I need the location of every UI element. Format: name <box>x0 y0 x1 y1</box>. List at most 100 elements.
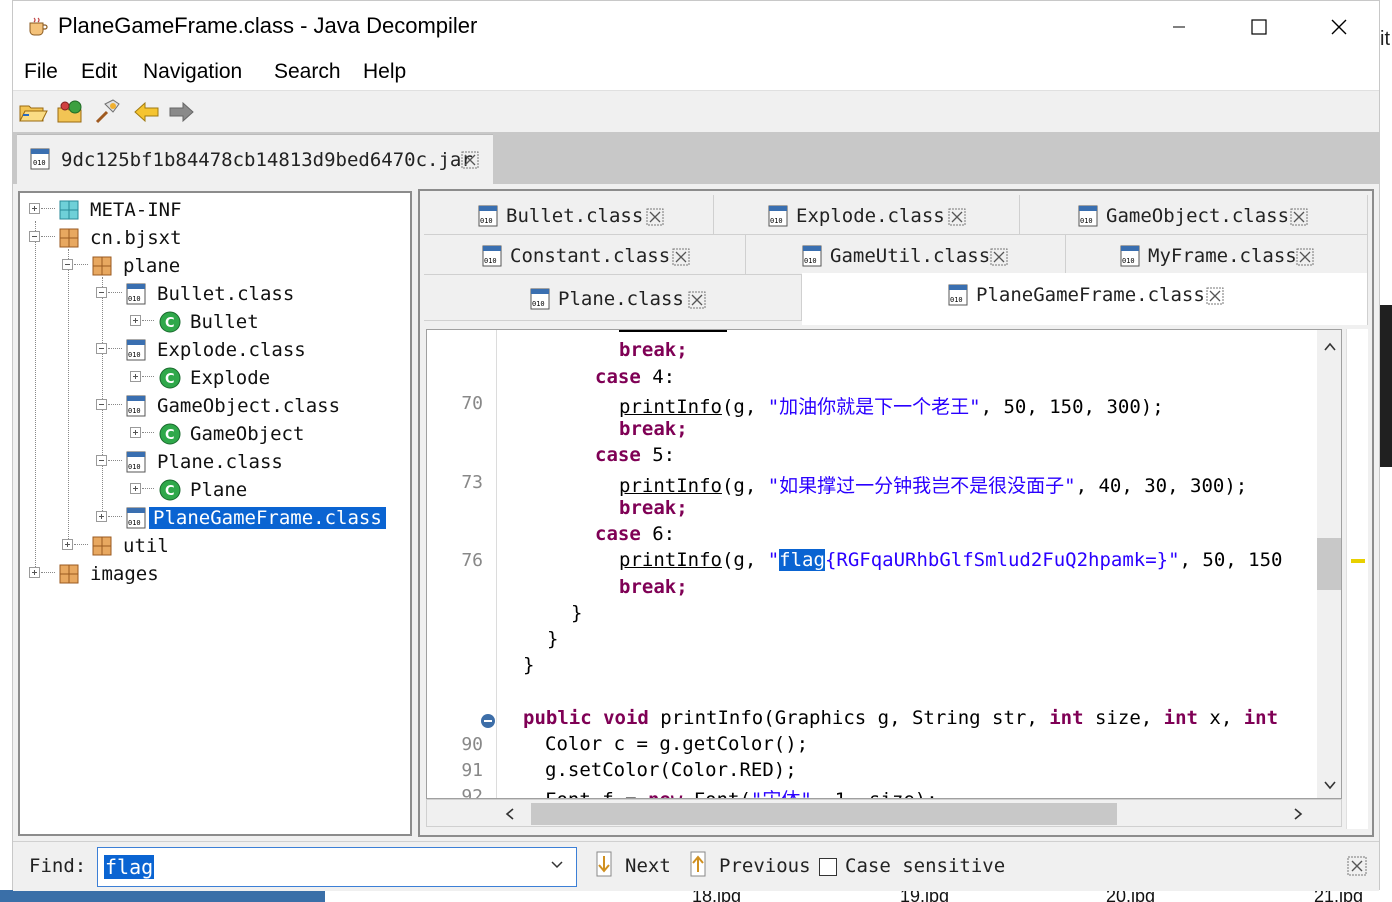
tab-explode-class[interactable]: 010 Explode.class <box>714 195 1020 235</box>
collapse-method-icon[interactable] <box>481 714 495 728</box>
expand-toggle[interactable] <box>96 511 107 522</box>
tab-myframe-class[interactable]: 010 MyFrame.class <box>1066 235 1368 275</box>
tree-item-label: Plane <box>190 479 248 501</box>
scroll-right-icon[interactable] <box>1293 808 1303 820</box>
tab-gameobject-class[interactable]: 010 GameObject.class <box>1020 195 1368 235</box>
tab-gameutil-class[interactable]: 010 GameUtil.class <box>746 235 1066 275</box>
search-button[interactable] <box>91 98 123 126</box>
tree-item-gameobject-class[interactable]: 010 GameObject.class <box>20 393 410 419</box>
expand-toggle[interactable] <box>29 203 40 214</box>
collapse-toggle[interactable] <box>29 231 40 242</box>
title-bar[interactable]: PlaneGameFrame.class - Java Decompiler <box>13 1 1379 53</box>
search-match-marker[interactable] <box>1351 559 1365 563</box>
desktop-file-label[interactable]: 21.jpg <box>1314 890 1363 902</box>
tree-item-bullet-class[interactable]: 010 Bullet.class <box>20 281 410 307</box>
chevron-down-icon[interactable] <box>550 860 564 870</box>
desktop-partial-text: it <box>1380 28 1390 50</box>
expand-toggle[interactable] <box>130 483 141 494</box>
open-type-button[interactable] <box>55 98 87 126</box>
tab-label: Plane.class <box>558 288 684 310</box>
package-tree[interactable]: META-INF cn.bjsxt plane 010 Bullet.class… <box>18 191 412 836</box>
code-line: g.setColor(Color.RED); <box>545 759 797 781</box>
collapse-toggle[interactable] <box>62 259 73 270</box>
desktop-file-label[interactable]: 18.jpg <box>692 890 741 902</box>
find-previous-button[interactable]: Previous <box>683 850 813 884</box>
tree-connector <box>142 376 154 377</box>
tree-item-cn-bjsxt[interactable]: cn.bjsxt <box>20 225 410 251</box>
tree-item-planegameframe-class[interactable]: 010 PlaneGameFrame.class <box>20 505 410 531</box>
tree-connector <box>108 292 122 293</box>
horizontal-scrollbar[interactable] <box>426 799 1342 827</box>
case-sensitive-label[interactable]: Case sensitive <box>845 855 1005 877</box>
minimize-button[interactable] <box>1139 1 1219 53</box>
scroll-down-icon[interactable] <box>1324 780 1336 790</box>
tree-item-plane-type[interactable]: C Plane <box>20 477 410 503</box>
close-tab-icon[interactable] <box>688 291 706 309</box>
open-file-button[interactable] <box>17 98 49 126</box>
menu-navigation[interactable]: Navigation <box>143 60 242 84</box>
tree-connector <box>41 208 55 209</box>
vertical-scrollbar[interactable] <box>1317 330 1341 798</box>
tree-item-bullet[interactable]: C Bullet <box>20 309 410 335</box>
back-button[interactable] <box>131 98 163 126</box>
horizontal-scroll-thumb[interactable] <box>531 803 1117 825</box>
tree-connector <box>41 572 55 573</box>
overview-ruler[interactable] <box>1346 329 1368 829</box>
collapse-toggle[interactable] <box>96 343 107 354</box>
tree-item-label: Plane.class <box>157 451 283 473</box>
close-button[interactable] <box>1299 1 1379 53</box>
tree-item-plane[interactable]: plane <box>20 253 410 279</box>
close-tab-icon[interactable] <box>948 208 966 226</box>
menu-search[interactable]: Search <box>274 60 341 84</box>
close-find-icon[interactable] <box>1347 856 1367 876</box>
tree-item-util[interactable]: util <box>20 533 410 559</box>
menu-edit[interactable]: Edit <box>81 60 117 84</box>
collapse-toggle[interactable] <box>96 399 107 410</box>
close-tab-icon[interactable] <box>990 248 1008 266</box>
tree-item-label: Explode.class <box>157 339 306 361</box>
tree-item-meta-inf[interactable]: META-INF <box>20 197 410 223</box>
close-tab-icon[interactable] <box>1296 248 1314 266</box>
expand-toggle[interactable] <box>130 315 141 326</box>
tab-label: Bullet.class <box>506 205 644 227</box>
code-token: int <box>1049 707 1084 729</box>
expand-toggle[interactable] <box>29 567 40 578</box>
tree-item-explode[interactable]: C Explode <box>20 365 410 391</box>
scroll-left-icon[interactable] <box>505 808 515 820</box>
desktop-file-label[interactable]: 19.jpg <box>900 890 949 902</box>
find-input[interactable]: flag <box>97 847 577 887</box>
menu-file[interactable]: File <box>24 60 58 84</box>
expand-toggle[interactable] <box>130 427 141 438</box>
tree-connector <box>74 544 88 545</box>
forward-button[interactable] <box>165 98 197 126</box>
close-tab-icon[interactable] <box>1206 287 1224 305</box>
close-tab-icon[interactable] <box>461 151 479 169</box>
tree-item-gameobject[interactable]: C GameObject <box>20 421 410 447</box>
tree-item-images[interactable]: images <box>20 561 410 587</box>
vertical-scroll-thumb[interactable] <box>1317 538 1341 590</box>
close-tab-icon[interactable] <box>646 208 664 226</box>
close-tab-icon[interactable] <box>672 248 690 266</box>
tab-plane-class[interactable]: 010 Plane.class <box>424 275 802 321</box>
tree-item-plane-class[interactable]: 010 Plane.class <box>20 449 410 475</box>
close-icon <box>1331 19 1347 35</box>
case-sensitive-checkbox[interactable] <box>819 858 837 876</box>
tab-planegameframe-class[interactable]: 010 PlaneGameFrame.class <box>802 273 1368 325</box>
find-next-button[interactable]: Next <box>589 850 673 884</box>
expand-toggle[interactable] <box>62 539 73 550</box>
tab-bullet-class[interactable]: 010 Bullet.class <box>424 195 714 235</box>
code-editor[interactable]: 70 73 76 90 91 92 break; case 4: printIn… <box>426 329 1342 799</box>
svg-text:010: 010 <box>128 407 141 415</box>
expand-toggle[interactable] <box>130 371 141 382</box>
desktop-bottom-strip: 18.jpg 19.jpg 20.jpg 21.jpg <box>0 890 1392 902</box>
scroll-up-icon[interactable] <box>1324 342 1336 352</box>
tree-item-explode-class[interactable]: 010 Explode.class <box>20 337 410 363</box>
collapse-toggle[interactable] <box>96 287 107 298</box>
desktop-file-label[interactable]: 20.jpg <box>1106 890 1155 902</box>
close-tab-icon[interactable] <box>1290 208 1308 226</box>
file-tab[interactable]: 010 9dc125bf1b84478cb14813d9bed6470c.jar <box>17 134 493 184</box>
tab-constant-class[interactable]: 010 Constant.class <box>424 235 746 275</box>
menu-help[interactable]: Help <box>363 60 406 84</box>
collapse-toggle[interactable] <box>96 455 107 466</box>
maximize-button[interactable] <box>1219 1 1299 53</box>
